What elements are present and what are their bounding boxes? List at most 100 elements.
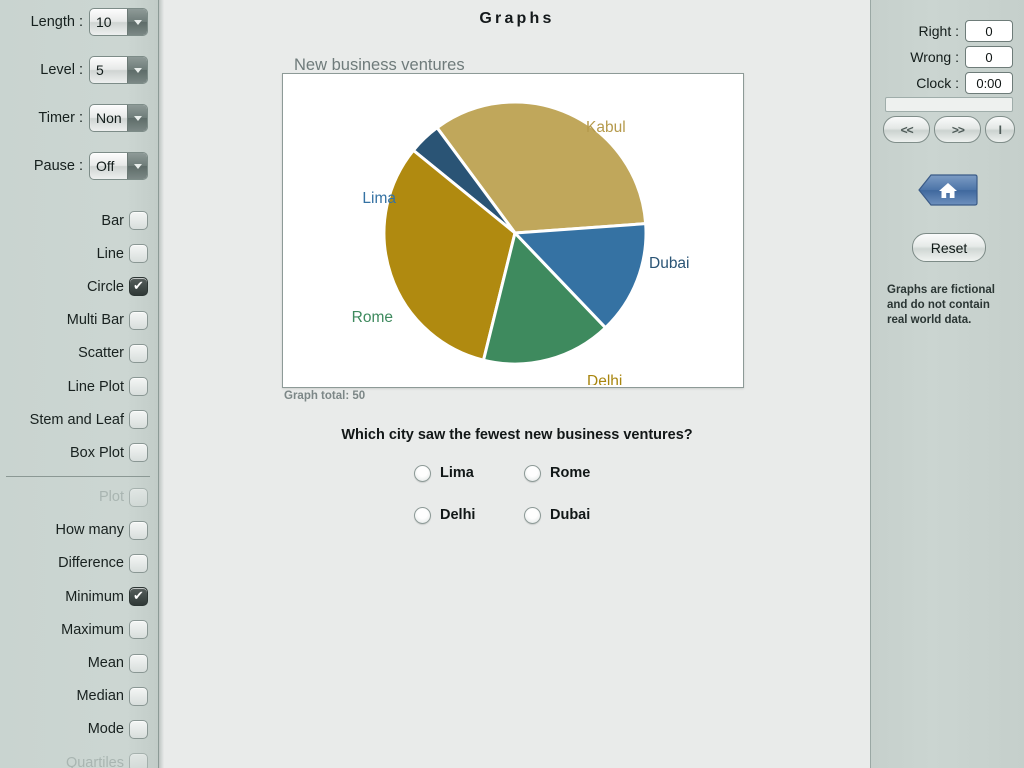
answer-option-rome[interactable]: Rome xyxy=(524,464,634,482)
graph-type-multi-bar-checkbox[interactable] xyxy=(129,310,148,330)
setting-label-timer: Timer : xyxy=(38,110,83,126)
answer-options: Lima Rome Delhi Dubai xyxy=(414,452,674,536)
graph-type-multi-bar[interactable]: Multi Bar xyxy=(0,304,158,337)
question-type-mean-checkbox[interactable] xyxy=(129,653,148,673)
question-type-how-many[interactable]: How many xyxy=(0,514,158,547)
progress-bar xyxy=(885,97,1013,112)
home-button[interactable] xyxy=(917,173,979,207)
graph-type-scatter[interactable]: Scatter xyxy=(0,337,158,370)
nav-button-info[interactable]: I xyxy=(985,116,1015,143)
question-type-mean[interactable]: Mean xyxy=(0,646,158,679)
setting-row-length: Length : 10 xyxy=(0,6,158,38)
graph-type-bar[interactable]: Bar xyxy=(0,204,158,237)
setting-select-pause[interactable]: Off xyxy=(89,152,148,180)
radio-lima[interactable] xyxy=(414,464,431,482)
setting-value-timer: Non xyxy=(96,110,122,126)
chevron-down-icon xyxy=(127,153,147,179)
question-type-quartiles-label: Quartiles xyxy=(65,754,124,768)
score-label-clock: Clock : xyxy=(916,75,959,91)
radio-rome[interactable] xyxy=(524,464,541,482)
graph-type-bar-checkbox[interactable] xyxy=(129,211,148,231)
score-value-wrong: 0 xyxy=(965,46,1013,68)
graph-type-box-plot-label: Box Plot xyxy=(70,444,124,461)
radio-delhi[interactable] xyxy=(414,506,431,524)
question-type-minimum-checkbox[interactable] xyxy=(129,587,148,607)
graph-type-stem-and-leaf-checkbox[interactable] xyxy=(129,410,148,430)
disclaimer-text: Graphs are fictional and do not contain … xyxy=(887,284,996,326)
graph-type-line-plot-label: Line Plot xyxy=(67,378,124,395)
setting-label-length: Length : xyxy=(30,14,83,30)
nav-button-next-label: >> xyxy=(951,122,965,137)
answer-option-dubai[interactable]: Dubai xyxy=(524,506,634,524)
nav-button-previous-label: << xyxy=(900,122,914,137)
graph-type-stem-and-leaf-label: Stem and Leaf xyxy=(29,411,124,428)
graph-type-bar-label: Bar xyxy=(101,212,124,229)
application-window: Length : 10 Level : 5 Timer : Non Pause : Off B… xyxy=(0,0,1024,768)
navigation-buttons: << >> I xyxy=(883,116,1015,143)
question-type-mode-checkbox[interactable] xyxy=(129,719,148,739)
graph-type-stem-and-leaf[interactable]: Stem and Leaf xyxy=(0,403,158,436)
question-type-quartiles: Quartiles xyxy=(0,746,158,768)
nav-button-next[interactable]: >> xyxy=(934,116,982,143)
question-type-mode[interactable]: Mode xyxy=(0,713,158,746)
chevron-down-icon xyxy=(127,57,147,83)
setting-label-level: Level : xyxy=(40,62,83,78)
question-type-maximum-checkbox[interactable] xyxy=(129,620,148,640)
answer-label-delhi: Delhi xyxy=(440,507,476,523)
graph-type-scatter-checkbox[interactable] xyxy=(129,343,148,363)
pie-label-lima: Lima xyxy=(362,190,396,207)
question-type-median[interactable]: Median xyxy=(0,680,158,713)
right-panel: Right : 0 Wrong : 0 Clock : 0:00 << >> I Reset xyxy=(870,0,1024,768)
nav-button-previous[interactable]: << xyxy=(883,116,931,143)
sidebar-divider xyxy=(6,475,150,477)
question-type-minimum-label: Minimum xyxy=(65,588,124,605)
graph-type-line-plot[interactable]: Line Plot xyxy=(0,370,158,403)
score-row-right: Right : 0 xyxy=(871,18,1024,44)
setting-label-pause: Pause : xyxy=(33,158,83,174)
nav-button-info-label: I xyxy=(998,122,1002,137)
question-type-maximum[interactable]: Maximum xyxy=(0,613,158,646)
graph-type-line-plot-checkbox[interactable] xyxy=(129,377,148,397)
question-type-difference-checkbox[interactable] xyxy=(129,553,148,573)
graph-type-circle-label: Circle xyxy=(86,278,124,295)
main-content: Graphs New business ventures Kabul Lima Ro… xyxy=(164,0,870,768)
pie-label-delhi: Delhi xyxy=(587,373,622,385)
question-type-difference[interactable]: Difference xyxy=(0,547,158,580)
question-type-difference-label: Difference xyxy=(58,555,124,572)
radio-dubai[interactable] xyxy=(524,506,541,524)
setting-row-timer: Timer : Non xyxy=(0,102,158,134)
question-type-plot: Plot xyxy=(0,481,158,514)
graph-type-line-label: Line xyxy=(96,245,124,262)
question-type-minimum[interactable]: Minimum xyxy=(0,580,158,613)
graph-type-circle[interactable]: Circle xyxy=(0,270,158,303)
setting-value-level: 5 xyxy=(96,62,104,78)
question-type-median-checkbox[interactable] xyxy=(129,686,148,706)
graph-frame: Kabul Lima Rome Delhi Dubai xyxy=(282,73,744,390)
graph-type-line[interactable]: Line xyxy=(0,237,158,270)
graph-type-scatter-label: Scatter xyxy=(78,345,124,362)
answer-option-lima[interactable]: Lima xyxy=(414,464,524,482)
graph-type-circle-checkbox[interactable] xyxy=(129,277,148,297)
setting-select-length[interactable]: 10 xyxy=(89,8,148,36)
pie-label-kabul: Kabul xyxy=(586,119,626,136)
question-type-mean-label: Mean xyxy=(87,655,124,672)
reset-button[interactable]: Reset xyxy=(912,233,986,262)
setting-select-timer[interactable]: Non xyxy=(89,104,148,132)
answer-option-delhi[interactable]: Delhi xyxy=(414,506,524,524)
graph-type-box-plot[interactable]: Box Plot xyxy=(0,436,158,469)
question-type-how-many-checkbox[interactable] xyxy=(129,520,148,540)
graph-type-line-checkbox[interactable] xyxy=(129,244,148,264)
settings-group: Length : 10 Level : 5 Timer : Non Pause : Off xyxy=(0,6,158,182)
score-value-clock: 0:00 xyxy=(965,72,1013,94)
pie-chart: Kabul Lima Rome Delhi Dubai xyxy=(352,100,690,390)
setting-select-level[interactable]: 5 xyxy=(89,56,148,84)
question-text: Which city saw the fewest new business v… xyxy=(341,427,693,443)
page-title: Graphs xyxy=(479,10,555,27)
graph-type-box-plot-checkbox[interactable] xyxy=(129,443,148,463)
score-row-clock: Clock : 0:00 xyxy=(871,70,1024,96)
setting-row-pause: Pause : Off xyxy=(0,150,158,182)
setting-value-pause: Off xyxy=(96,158,115,174)
question-type-quartiles-checkbox xyxy=(129,753,148,768)
chevron-down-icon xyxy=(127,105,147,131)
setting-row-level: Level : 5 xyxy=(0,54,158,86)
